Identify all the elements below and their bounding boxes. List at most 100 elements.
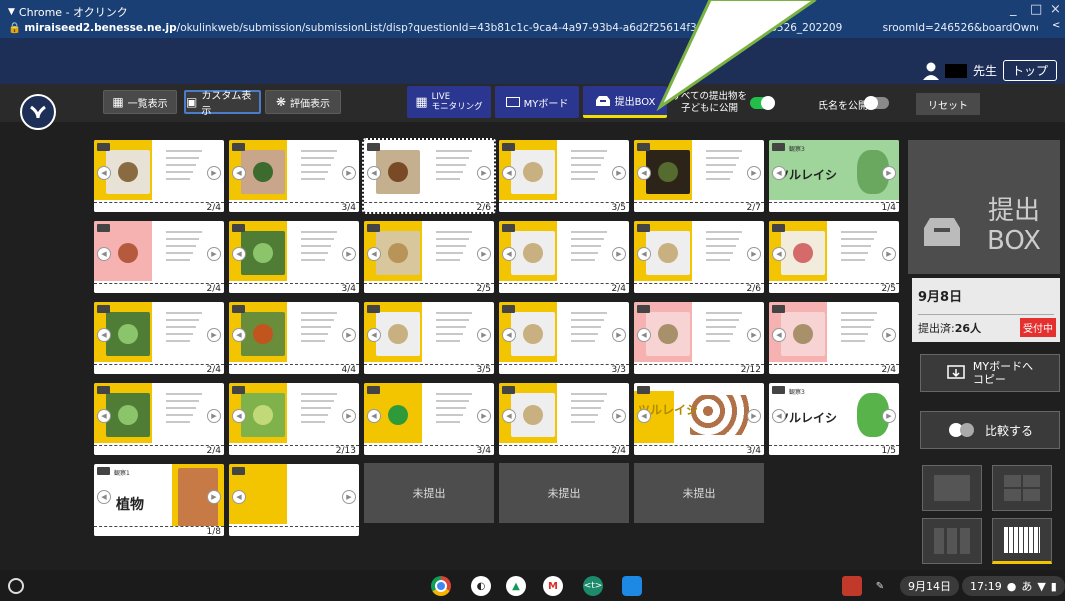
submission-card[interactable]: ◀ ▶ 2/4: [769, 302, 899, 374]
name-publish-toggle[interactable]: [864, 96, 889, 110]
drive-icon[interactable]: ▲: [506, 576, 526, 596]
prev-page-icon[interactable]: ◀: [97, 247, 111, 261]
submission-card[interactable]: 植物 観察1 ◀ ▶ 1/8: [94, 464, 224, 536]
submission-card[interactable]: ◀ ▶ 3/5: [364, 302, 494, 374]
layout-single-button[interactable]: [922, 465, 982, 511]
submission-card[interactable]: ツルレイシ ◀ ▶ 3/4: [634, 383, 764, 455]
app-icon[interactable]: ◐: [471, 576, 491, 596]
prev-page-icon[interactable]: ◀: [97, 328, 111, 342]
next-page-icon[interactable]: ▶: [747, 328, 761, 342]
submission-card[interactable]: ◀ ▶ 2/12: [634, 302, 764, 374]
next-page-icon[interactable]: ▶: [342, 409, 356, 423]
prev-page-icon[interactable]: ◀: [772, 409, 786, 423]
prev-page-icon[interactable]: ◀: [637, 166, 651, 180]
chevron-down-icon[interactable]: ▼: [8, 7, 15, 17]
submission-card[interactable]: ◀ ▶ 2/5: [364, 221, 494, 293]
layout-quad-button[interactable]: [992, 465, 1052, 511]
next-page-icon[interactable]: ▶: [342, 166, 356, 180]
files-icon[interactable]: [622, 576, 642, 596]
prev-page-icon[interactable]: ◀: [232, 247, 246, 261]
next-page-icon[interactable]: ▶: [882, 247, 896, 261]
launcher-icon[interactable]: [8, 578, 24, 594]
submission-card[interactable]: ◀ ▶ 2/4: [499, 383, 629, 455]
submission-card[interactable]: ◀ ▶ 2/4: [94, 221, 224, 293]
submission-card[interactable]: ◀ ▶ 3/4: [229, 221, 359, 293]
next-page-icon[interactable]: ▶: [342, 247, 356, 261]
next-page-icon[interactable]: ▶: [747, 409, 761, 423]
eval-view-button[interactable]: ❋ 評価表示: [265, 90, 341, 114]
prev-page-icon[interactable]: ◀: [97, 166, 111, 180]
prev-page-icon[interactable]: ◀: [772, 328, 786, 342]
next-page-icon[interactable]: ▶: [207, 247, 221, 261]
date-tray[interactable]: 9月14日: [900, 576, 959, 596]
submission-card[interactable]: ◀ ▶ 3/3: [499, 302, 629, 374]
next-page-icon[interactable]: ▶: [612, 409, 626, 423]
next-page-icon[interactable]: ▶: [882, 328, 896, 342]
prev-page-icon[interactable]: ◀: [637, 328, 651, 342]
prev-page-icon[interactable]: ◀: [97, 409, 111, 423]
next-page-icon[interactable]: ▶: [612, 166, 626, 180]
submission-card[interactable]: ◀ ▶ 2/7: [634, 140, 764, 212]
reset-button[interactable]: リセット: [916, 93, 980, 115]
submission-card[interactable]: ツルレイシ 観察3 ◀ ▶ 1/4: [769, 140, 899, 212]
prev-page-icon[interactable]: ◀: [367, 247, 381, 261]
list-view-button[interactable]: ▦ 一覧表示: [103, 90, 177, 114]
live-monitoring-button[interactable]: ▦ LIVE モニタリング: [407, 86, 491, 118]
next-page-icon[interactable]: ▶: [747, 166, 761, 180]
close-button[interactable]: ×: [1050, 2, 1061, 17]
prev-page-icon[interactable]: ◀: [367, 166, 381, 180]
minimize-button[interactable]: _: [1010, 2, 1017, 17]
prev-page-icon[interactable]: ◀: [637, 409, 651, 423]
app-logo[interactable]: [20, 94, 56, 130]
copy-to-myboard-button[interactable]: MYボードへ コピー: [920, 354, 1060, 392]
pen-icon[interactable]: ✎: [870, 576, 890, 596]
submission-card[interactable]: ◀ ▶ 2/6: [634, 221, 764, 293]
next-page-icon[interactable]: ▶: [477, 409, 491, 423]
prev-page-icon[interactable]: ◀: [367, 409, 381, 423]
prev-page-icon[interactable]: ◀: [232, 409, 246, 423]
submission-card[interactable]: ◀ ▶: [229, 464, 359, 536]
submission-card[interactable]: ◀ ▶ 4/4: [229, 302, 359, 374]
submission-card[interactable]: ◀ ▶ 2/13: [229, 383, 359, 455]
maximize-button[interactable]: □: [1030, 2, 1042, 17]
prev-page-icon[interactable]: ◀: [772, 166, 786, 180]
status-tray[interactable]: 17:19 ● あ ▼ ▮: [962, 576, 1065, 596]
next-page-icon[interactable]: ▶: [747, 247, 761, 261]
prev-page-icon[interactable]: ◀: [232, 166, 246, 180]
custom-view-button[interactable]: ▣ カスタム表示: [184, 90, 261, 117]
top-button[interactable]: トップ: [1002, 60, 1057, 81]
share-icon[interactable]: <: [1052, 20, 1060, 31]
layout-many-button[interactable]: [992, 518, 1052, 564]
next-page-icon[interactable]: ▶: [882, 409, 896, 423]
prev-page-icon[interactable]: ◀: [502, 247, 516, 261]
submission-card[interactable]: ◀ ▶ 2/4: [94, 140, 224, 212]
address-bar[interactable]: 🔒 miraiseed2.benesse.ne.jp/okulinkweb/su…: [8, 21, 1038, 34]
compare-button[interactable]: 比較する: [920, 411, 1060, 449]
next-page-icon[interactable]: ▶: [612, 328, 626, 342]
next-page-icon[interactable]: ▶: [207, 166, 221, 180]
prev-page-icon[interactable]: ◀: [502, 166, 516, 180]
prev-page-icon[interactable]: ◀: [97, 490, 111, 504]
prev-page-icon[interactable]: ◀: [772, 247, 786, 261]
submission-card[interactable]: ◀ ▶ 2/4: [499, 221, 629, 293]
prev-page-icon[interactable]: ◀: [232, 328, 246, 342]
next-page-icon[interactable]: ▶: [612, 247, 626, 261]
submission-card[interactable]: ◀ ▶ 2/4: [94, 302, 224, 374]
submission-card[interactable]: ◀ ▶ 2/5: [769, 221, 899, 293]
prev-page-icon[interactable]: ◀: [502, 409, 516, 423]
submission-card[interactable]: ツルレイシ 観察3 ◀ ▶ 1/5: [769, 383, 899, 455]
next-page-icon[interactable]: ▶: [342, 328, 356, 342]
prev-page-icon[interactable]: ◀: [232, 490, 246, 504]
layout-nine-button[interactable]: [922, 518, 982, 564]
next-page-icon[interactable]: ▶: [207, 409, 221, 423]
next-page-icon[interactable]: ▶: [207, 490, 221, 504]
submission-card[interactable]: ◀ ▶ 2/6: [362, 138, 496, 214]
next-page-icon[interactable]: ▶: [477, 247, 491, 261]
chrome-icon[interactable]: [431, 576, 451, 596]
submission-card[interactable]: ◀ ▶ 3/5: [499, 140, 629, 212]
next-page-icon[interactable]: ▶: [477, 328, 491, 342]
my-board-button[interactable]: MYボード: [495, 86, 579, 118]
submission-card[interactable]: ◀ ▶ 2/4: [94, 383, 224, 455]
calendar-icon[interactable]: [842, 576, 862, 596]
next-page-icon[interactable]: ▶: [207, 328, 221, 342]
